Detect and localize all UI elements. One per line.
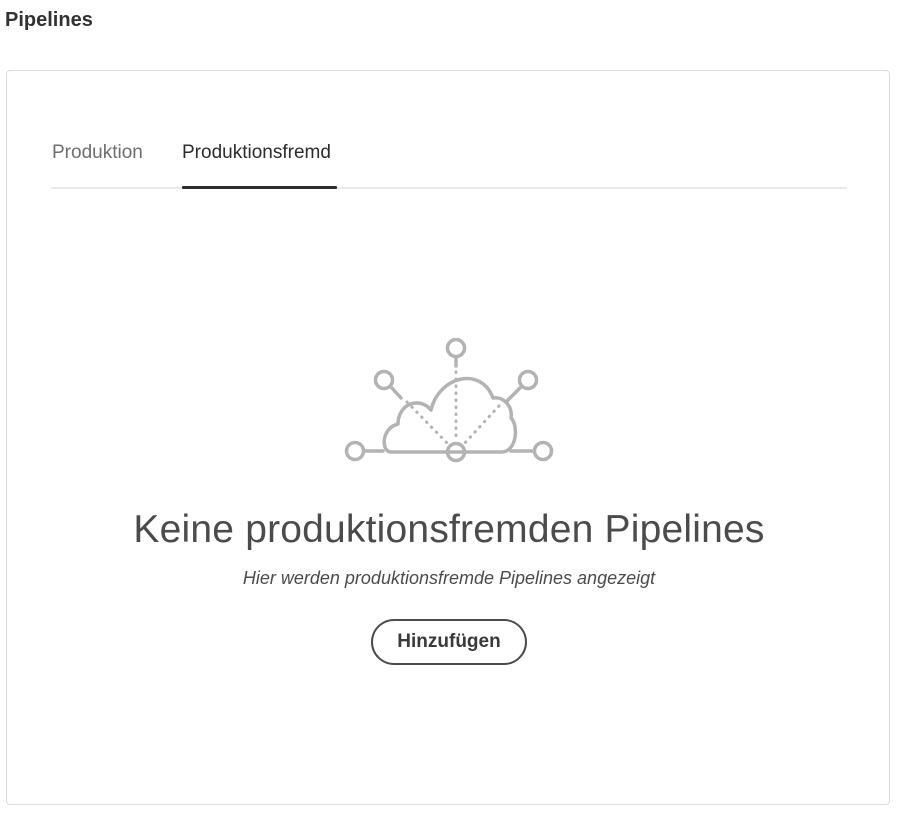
add-pipeline-button[interactable]: Hinzufügen [371,619,527,665]
cloud-network-icon [344,338,554,463]
pipelines-card: Produktion Produktionsfremd Keine produk… [6,70,890,805]
tab-produktionsfremd[interactable]: Produktionsfremd [182,141,331,165]
empty-state-description: Hier werden produktionsfremde Pipelines … [242,568,656,588]
tab-selected-indicator [182,186,337,189]
empty-state-heading: Keine produktionsfremden Pipelines [133,508,765,551]
tab-bar: Produktion Produktionsfremd [51,127,847,189]
page-title: Pipelines [5,9,93,31]
tab-produktion[interactable]: Produktion [52,141,143,165]
